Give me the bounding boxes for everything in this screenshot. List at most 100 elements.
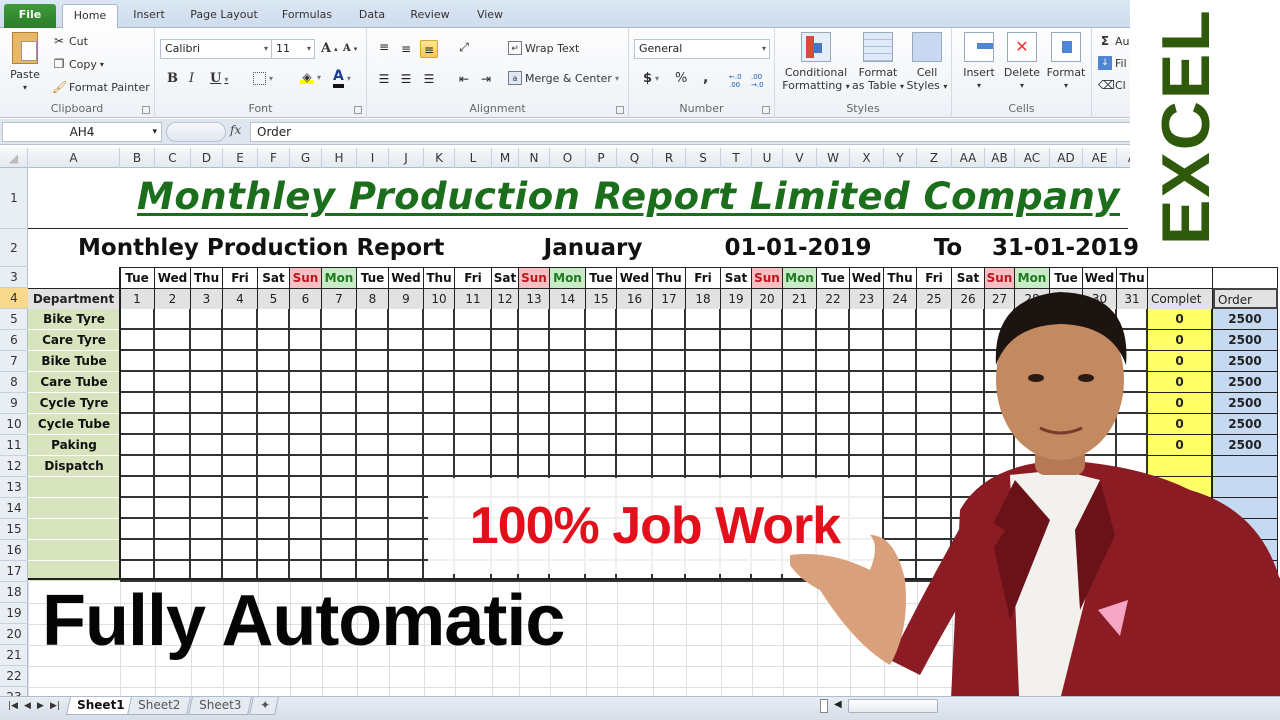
- production-cell[interactable]: [191, 519, 223, 540]
- production-cell[interactable]: [424, 351, 455, 372]
- production-cell[interactable]: [1117, 477, 1148, 498]
- production-cell[interactable]: [1050, 435, 1083, 456]
- row-header[interactable]: 14: [0, 498, 28, 519]
- production-cell[interactable]: [519, 456, 550, 477]
- production-cell[interactable]: [1015, 498, 1050, 519]
- scroll-thumb[interactable]: [848, 699, 938, 713]
- production-cell[interactable]: [492, 435, 519, 456]
- production-cell[interactable]: [721, 351, 752, 372]
- weekday-cell[interactable]: Thu: [424, 267, 455, 288]
- production-cell[interactable]: [120, 414, 155, 435]
- first-sheet-button[interactable]: |◀: [8, 701, 18, 711]
- production-cell[interactable]: [586, 372, 617, 393]
- production-cell[interactable]: [752, 393, 783, 414]
- date-cell[interactable]: 7: [322, 288, 357, 309]
- production-cell[interactable]: [120, 519, 155, 540]
- production-cell[interactable]: [917, 498, 952, 519]
- production-cell[interactable]: [389, 456, 424, 477]
- grow-font-button[interactable]: A ▴: [321, 41, 338, 56]
- date-cell[interactable]: 19: [721, 288, 752, 309]
- production-cell[interactable]: [550, 372, 586, 393]
- select-all-button[interactable]: ◢: [0, 148, 28, 168]
- production-cell[interactable]: [519, 351, 550, 372]
- production-cell[interactable]: [1083, 372, 1117, 393]
- column-header[interactable]: R: [653, 148, 686, 168]
- row-header[interactable]: 20: [0, 624, 28, 645]
- production-cell[interactable]: [783, 393, 817, 414]
- sheet-tab-sheet3[interactable]: Sheet3: [188, 697, 253, 715]
- row-header[interactable]: 5: [0, 309, 28, 330]
- production-cell[interactable]: [155, 477, 191, 498]
- production-cell[interactable]: [653, 351, 686, 372]
- order-value[interactable]: [1213, 498, 1278, 519]
- column-header[interactable]: AD: [1050, 148, 1083, 168]
- production-cell[interactable]: [653, 330, 686, 351]
- production-cell[interactable]: [155, 456, 191, 477]
- production-cell[interactable]: [1083, 414, 1117, 435]
- complet-value[interactable]: [1148, 540, 1213, 561]
- production-cell[interactable]: [389, 414, 424, 435]
- production-cell[interactable]: [357, 309, 389, 330]
- weekday-cell[interactable]: Thu: [191, 267, 223, 288]
- date-cell[interactable]: 31: [1117, 288, 1148, 309]
- horizontal-scrollbar[interactable]: ◀: [820, 699, 940, 715]
- production-cell[interactable]: [985, 309, 1015, 330]
- production-cell[interactable]: [850, 456, 884, 477]
- department-name[interactable]: Bike Tyre: [28, 309, 120, 330]
- production-cell[interactable]: [223, 330, 258, 351]
- production-cell[interactable]: [952, 393, 985, 414]
- production-cell[interactable]: [686, 330, 721, 351]
- production-cell[interactable]: [223, 498, 258, 519]
- order-value[interactable]: 2500: [1213, 435, 1278, 456]
- row-header[interactable]: 6: [0, 330, 28, 351]
- date-cell[interactable]: 25: [917, 288, 952, 309]
- row-header[interactable]: 17: [0, 561, 28, 582]
- column-header[interactable]: I: [357, 148, 389, 168]
- production-cell[interactable]: [1015, 540, 1050, 561]
- production-cell[interactable]: [783, 351, 817, 372]
- production-cell[interactable]: [290, 330, 322, 351]
- complet-value[interactable]: [1148, 519, 1213, 540]
- production-cell[interactable]: [952, 477, 985, 498]
- weekday-cell[interactable]: Tue: [357, 267, 389, 288]
- production-cell[interactable]: [952, 540, 985, 561]
- production-cell[interactable]: [155, 435, 191, 456]
- production-cell[interactable]: [917, 372, 952, 393]
- weekday-cell[interactable]: Sat: [258, 267, 290, 288]
- production-cell[interactable]: [783, 330, 817, 351]
- production-cell[interactable]: [155, 414, 191, 435]
- date-cell[interactable]: 11: [455, 288, 492, 309]
- production-cell[interactable]: [752, 351, 783, 372]
- production-cell[interactable]: [389, 330, 424, 351]
- date-cell[interactable]: 21: [783, 288, 817, 309]
- weekday-cell[interactable]: Fri: [686, 267, 721, 288]
- production-cell[interactable]: [492, 330, 519, 351]
- row-header[interactable]: 18: [0, 582, 28, 603]
- production-cell[interactable]: [389, 372, 424, 393]
- weekday-cell[interactable]: Thu: [653, 267, 686, 288]
- production-cell[interactable]: [1083, 498, 1117, 519]
- production-cell[interactable]: [120, 477, 155, 498]
- production-cell[interactable]: [917, 309, 952, 330]
- production-cell[interactable]: [322, 456, 357, 477]
- production-cell[interactable]: [223, 393, 258, 414]
- production-cell[interactable]: [389, 393, 424, 414]
- production-cell[interactable]: [223, 540, 258, 561]
- production-cell[interactable]: [492, 351, 519, 372]
- department-name[interactable]: Care Tube: [28, 372, 120, 393]
- production-cell[interactable]: [721, 435, 752, 456]
- decrease-decimal-button[interactable]: .00 →.0: [751, 73, 764, 89]
- fill-color-button[interactable]: ◈ ▾: [300, 70, 321, 84]
- production-cell[interactable]: [424, 330, 455, 351]
- production-cell[interactable]: [1015, 414, 1050, 435]
- department-name[interactable]: [28, 519, 120, 540]
- align-bottom-button[interactable]: ≡: [420, 40, 438, 58]
- production-cell[interactable]: [455, 309, 492, 330]
- column-header[interactable]: E: [223, 148, 258, 168]
- insert-function-button[interactable]: fx: [230, 123, 241, 137]
- production-cell[interactable]: [617, 330, 653, 351]
- font-name-select[interactable]: Calibri ▾: [160, 39, 272, 59]
- production-cell[interactable]: [389, 351, 424, 372]
- production-cell[interactable]: [290, 435, 322, 456]
- production-cell[interactable]: [884, 351, 917, 372]
